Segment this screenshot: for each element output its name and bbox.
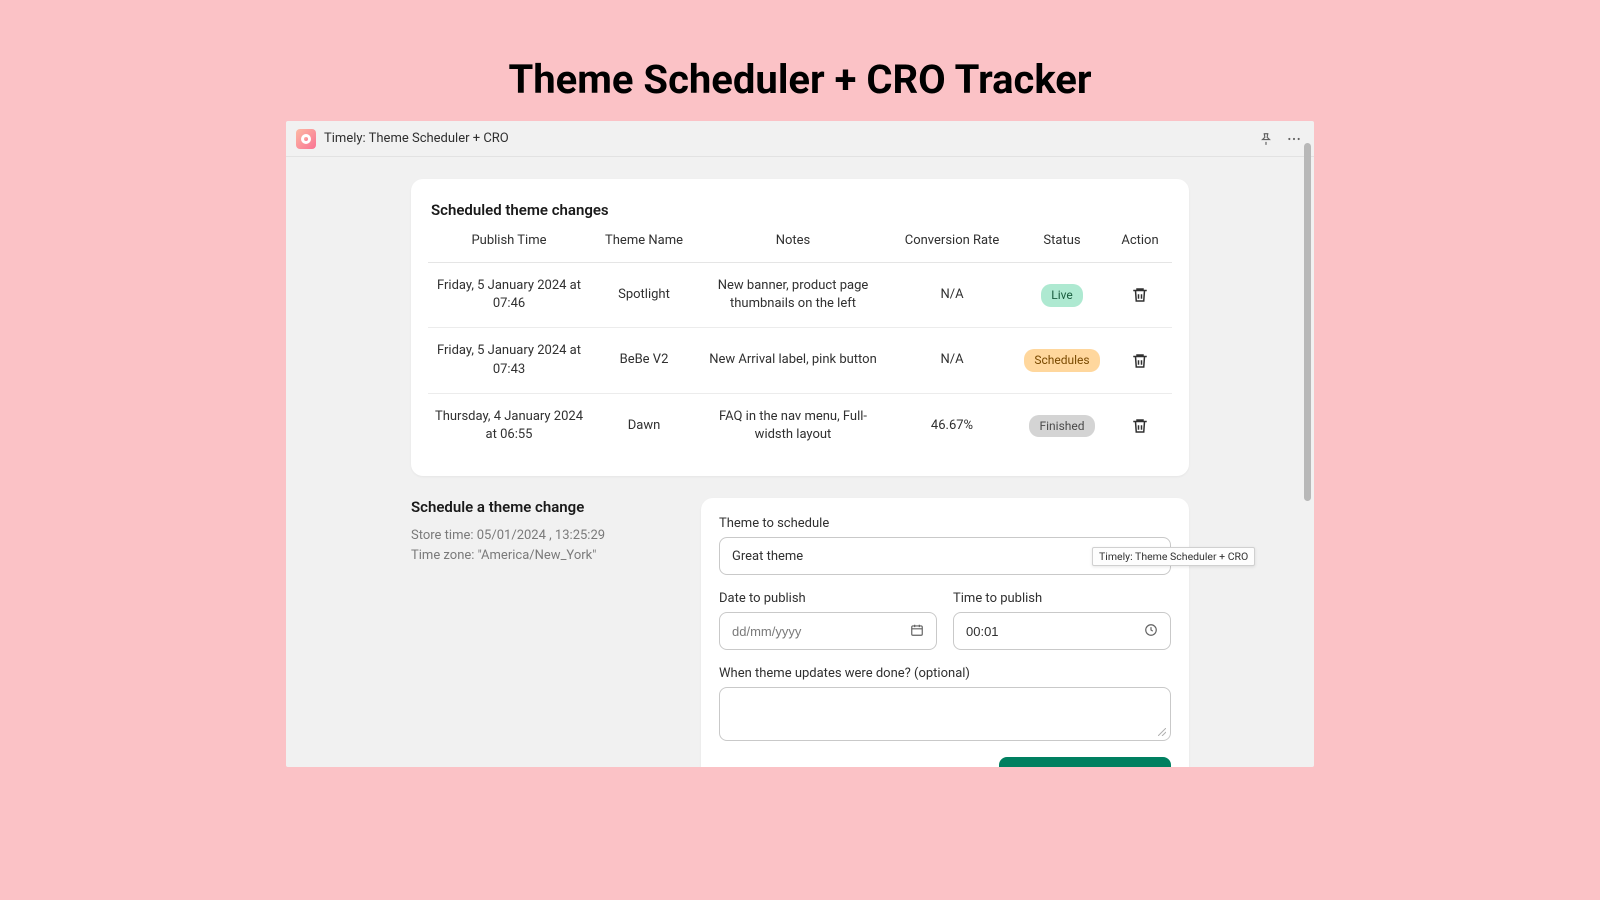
cell-notes: New Arrival label, pink button (698, 351, 888, 369)
tooltip: Timely: Theme Scheduler + CRO (1092, 547, 1255, 566)
pin-icon[interactable] (1256, 129, 1276, 149)
scheduled-title: Scheduled theme changes (411, 201, 1189, 233)
notes-textarea[interactable] (732, 696, 1158, 728)
schedule-form-title: Schedule a theme change (411, 498, 681, 516)
scrollbar-thumb[interactable] (1304, 143, 1311, 501)
resize-handle-icon (1158, 728, 1166, 736)
timezone-label: Time zone: "America/New_York" (411, 546, 681, 566)
cell-notes: New banner, product page thumbnails on t… (698, 277, 888, 313)
table-row: Thursday, 4 January 2024 at 06:55 Dawn F… (428, 394, 1172, 458)
table-row: Friday, 5 January 2024 at 07:43 BeBe V2 … (428, 328, 1172, 393)
cell-status: Schedules (1016, 349, 1108, 372)
app-window: Timely: Theme Scheduler + CRO Scheduled … (286, 121, 1314, 767)
status-badge: Finished (1029, 415, 1094, 438)
cell-conversion-rate: N/A (888, 351, 1016, 369)
schedule-submit-button[interactable]: Schedule theme change (999, 757, 1171, 767)
time-input-label: Time to publish (953, 591, 1171, 606)
notes-textarea-wrap[interactable] (719, 687, 1171, 741)
clock-icon (1144, 622, 1158, 641)
app-name: Timely: Theme Scheduler + CRO (324, 131, 509, 146)
table-row: Friday, 5 January 2024 at 07:46 Spotligh… (428, 263, 1172, 328)
cell-notes: FAQ in the nav menu, Full-widsth layout (698, 408, 888, 444)
page-title: Theme Scheduler + CRO Tracker (0, 0, 1600, 121)
date-input[interactable] (719, 612, 937, 650)
col-status: Status (1016, 233, 1108, 248)
time-field[interactable] (966, 624, 1144, 639)
schedule-info-panel: Schedule a theme change Store time: 05/0… (411, 498, 681, 767)
app-header: Timely: Theme Scheduler + CRO (286, 121, 1314, 157)
cell-publish-time: Friday, 5 January 2024 at 07:43 (428, 342, 590, 378)
date-input-label: Date to publish (719, 591, 937, 606)
theme-select-label: Theme to schedule (719, 516, 1171, 531)
status-badge: Schedules (1024, 349, 1099, 372)
col-conversion-rate: Conversion Rate (888, 233, 1016, 248)
theme-select-value: Great theme (732, 549, 1146, 564)
delete-icon[interactable] (1131, 352, 1149, 370)
col-theme-name: Theme Name (590, 233, 698, 248)
col-notes: Notes (698, 233, 888, 248)
delete-icon[interactable] (1131, 417, 1149, 435)
col-action: Action (1108, 233, 1172, 248)
col-publish-time: Publish Time (428, 233, 590, 248)
store-time-label: Store time: 05/01/2024 , 13:25:29 (411, 526, 681, 546)
time-input[interactable] (953, 612, 1171, 650)
scheduled-changes-card: Scheduled theme changes Publish Time The… (411, 179, 1189, 476)
cell-publish-time: Thursday, 4 January 2024 at 06:55 (428, 408, 590, 444)
delete-icon[interactable] (1131, 286, 1149, 304)
cell-conversion-rate: N/A (888, 286, 1016, 304)
app-body: Scheduled theme changes Publish Time The… (286, 157, 1314, 767)
cell-conversion-rate: 46.67% (888, 417, 1016, 435)
status-badge: Live (1041, 284, 1082, 307)
app-logo-icon (296, 129, 316, 149)
cell-theme-name: Spotlight (590, 286, 698, 304)
schedule-form-card: Theme to schedule Great theme Date to pu… (701, 498, 1189, 767)
cell-status: Live (1016, 284, 1108, 307)
cell-theme-name: Dawn (590, 417, 698, 435)
calendar-icon (910, 622, 924, 641)
date-field[interactable] (732, 624, 910, 639)
table-header: Publish Time Theme Name Notes Conversion… (428, 233, 1172, 263)
cell-status: Finished (1016, 415, 1108, 438)
cell-theme-name: BeBe V2 (590, 351, 698, 369)
more-icon[interactable] (1284, 129, 1304, 149)
cell-publish-time: Friday, 5 January 2024 at 07:46 (428, 277, 590, 313)
notes-input-label: When theme updates were done? (optional) (719, 666, 1171, 681)
